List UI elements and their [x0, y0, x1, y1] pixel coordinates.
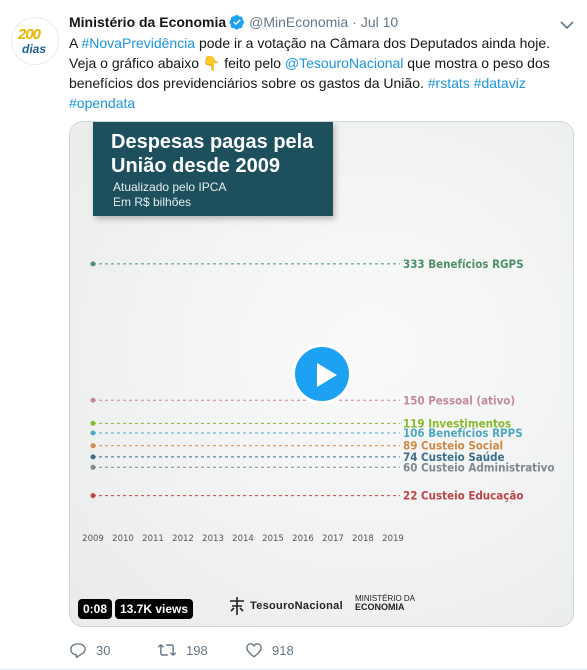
series-point [90, 443, 96, 449]
tweet-text-segment: A [69, 35, 82, 51]
chart-title: Despesas pagas pela União desde 2009 [111, 130, 313, 178]
tweet-header: Ministério da Economia @MinEconomia · Ju… [69, 13, 398, 31]
series-point [90, 464, 96, 470]
retweet-button[interactable]: 198 [157, 641, 245, 659]
chart-subtitle-line: Atualizado pelo IPCA [113, 180, 227, 194]
pointing-down-emoji-icon: 👇 [202, 55, 221, 71]
tesouro-nacional-logo: TesouroNacional [228, 596, 343, 616]
reply-icon [70, 643, 86, 659]
tweet[interactable]: 200 dias Ministério da Economia @MinEcon… [0, 0, 587, 670]
series-point [90, 420, 96, 426]
series-point [90, 454, 96, 460]
like-button[interactable]: 918 [245, 641, 333, 659]
chart-subtitle: Atualizado pelo IPCA Em R$ bilhões [113, 180, 226, 210]
hashtag-link[interactable]: #opendata [69, 95, 135, 111]
x-tick-label: 2009 [82, 534, 104, 544]
heart-icon [246, 643, 262, 658]
reply-button[interactable]: 30 [69, 641, 157, 659]
x-tick-label: 2019 [382, 534, 404, 544]
ministerio-logo-line2: ECONOMIA [355, 602, 405, 612]
mention-link[interactable]: @TesouroNacional [285, 55, 404, 71]
chart-title-line: Despesas pagas pela [111, 131, 314, 153]
avatar-number: 200 [18, 26, 41, 43]
video-duration-badge: 0:08 [78, 599, 113, 619]
ministerio-economia-logo: MINISTÉRIO DA ECONOMIA [355, 594, 415, 612]
verified-badge-icon [229, 14, 245, 30]
x-tick-label: 2014 [232, 534, 254, 544]
chevron-down-icon[interactable] [560, 17, 574, 30]
tesouro-logo-text: TesouroNacional [250, 600, 343, 612]
series-label: 22 Custeio Educação [403, 489, 524, 503]
view-count-badge: 13.7K views [115, 599, 194, 619]
x-tick-label: 2011 [142, 534, 164, 544]
x-tick-label: 2018 [352, 534, 374, 544]
chart-subtitle-line: Em R$ bilhões [113, 195, 192, 209]
tweet-text-segment: feito pelo [220, 55, 285, 71]
video-player[interactable]: 333 Benefícios RGPS 150 Pessoal (ativo) 11… [69, 121, 574, 627]
x-tick-label: 2013 [202, 534, 224, 544]
x-tick-label: 2010 [112, 534, 134, 544]
series-point [90, 397, 96, 403]
series-label: 333 Benefícios RGPS [403, 257, 524, 271]
handle[interactable]: @MinEconomia [249, 14, 348, 30]
x-tick-label: 2015 [262, 534, 284, 544]
hashtag-link[interactable]: #rstats [428, 75, 470, 91]
series-label: 150 Pessoal (ativo) [403, 393, 515, 407]
reply-count: 30 [96, 642, 111, 658]
series-point [90, 430, 96, 436]
avatar-word: dias [22, 42, 47, 56]
display-name[interactable]: Ministério da Economia [69, 14, 226, 30]
x-tick-label: 2017 [322, 534, 344, 544]
separator: · [352, 14, 357, 30]
chart-title-box: Despesas pagas pela União desde 2009 Atu… [93, 122, 333, 216]
play-button[interactable] [292, 344, 352, 404]
x-tick-label: 2012 [172, 534, 194, 544]
hashtag-link[interactable]: #NovaPrevidência [81, 35, 195, 51]
x-tick-label: 2016 [292, 534, 314, 544]
series-point [90, 493, 96, 499]
avatar[interactable]: 200 dias [11, 17, 59, 65]
series-label: 60 Custeio Administrativo [403, 460, 555, 474]
tweet-date[interactable]: Jul 10 [361, 14, 398, 30]
series-point [90, 261, 96, 267]
tweet-text: A #NovaPrevidência pode ir a votação na … [69, 33, 579, 113]
tweet-actions: 30 198 918 [69, 639, 333, 661]
play-icon [317, 363, 337, 387]
like-count: 918 [272, 642, 294, 658]
retweet-count: 198 [186, 642, 208, 658]
hashtag-link[interactable]: #dataviz [474, 75, 526, 91]
chart-title-line: União desde 2009 [111, 155, 280, 177]
retweet-icon [157, 644, 177, 656]
tesouro-logo-icon [230, 597, 244, 615]
